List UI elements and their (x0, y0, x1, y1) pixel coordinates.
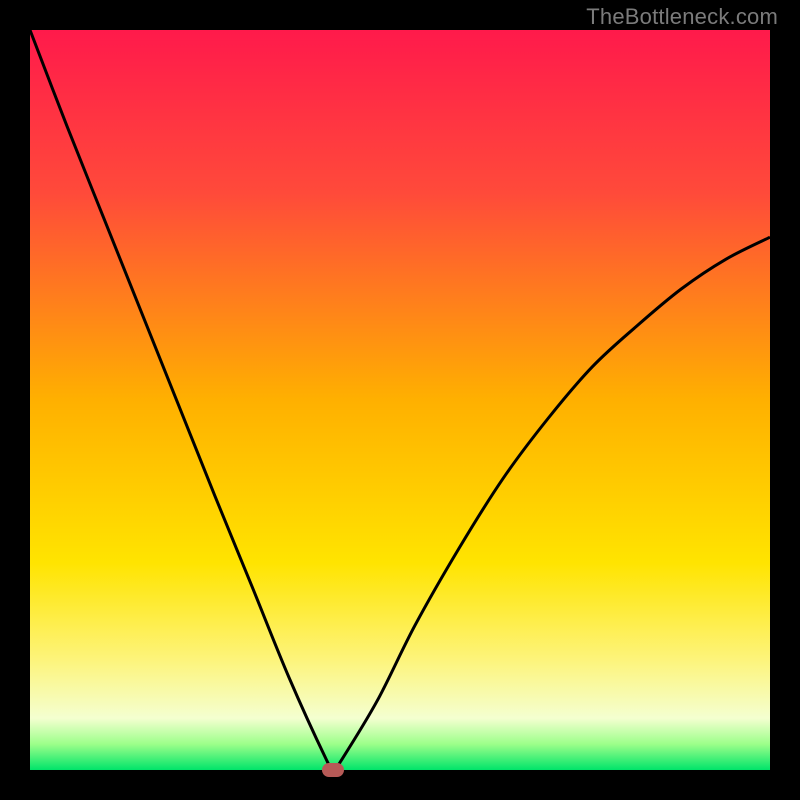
chart-frame: TheBottleneck.com (0, 0, 800, 800)
watermark-text: TheBottleneck.com (586, 4, 778, 30)
optimum-marker (322, 763, 344, 777)
bottleneck-curve (30, 30, 770, 770)
plot-area (30, 30, 770, 770)
curve-path (30, 30, 770, 770)
